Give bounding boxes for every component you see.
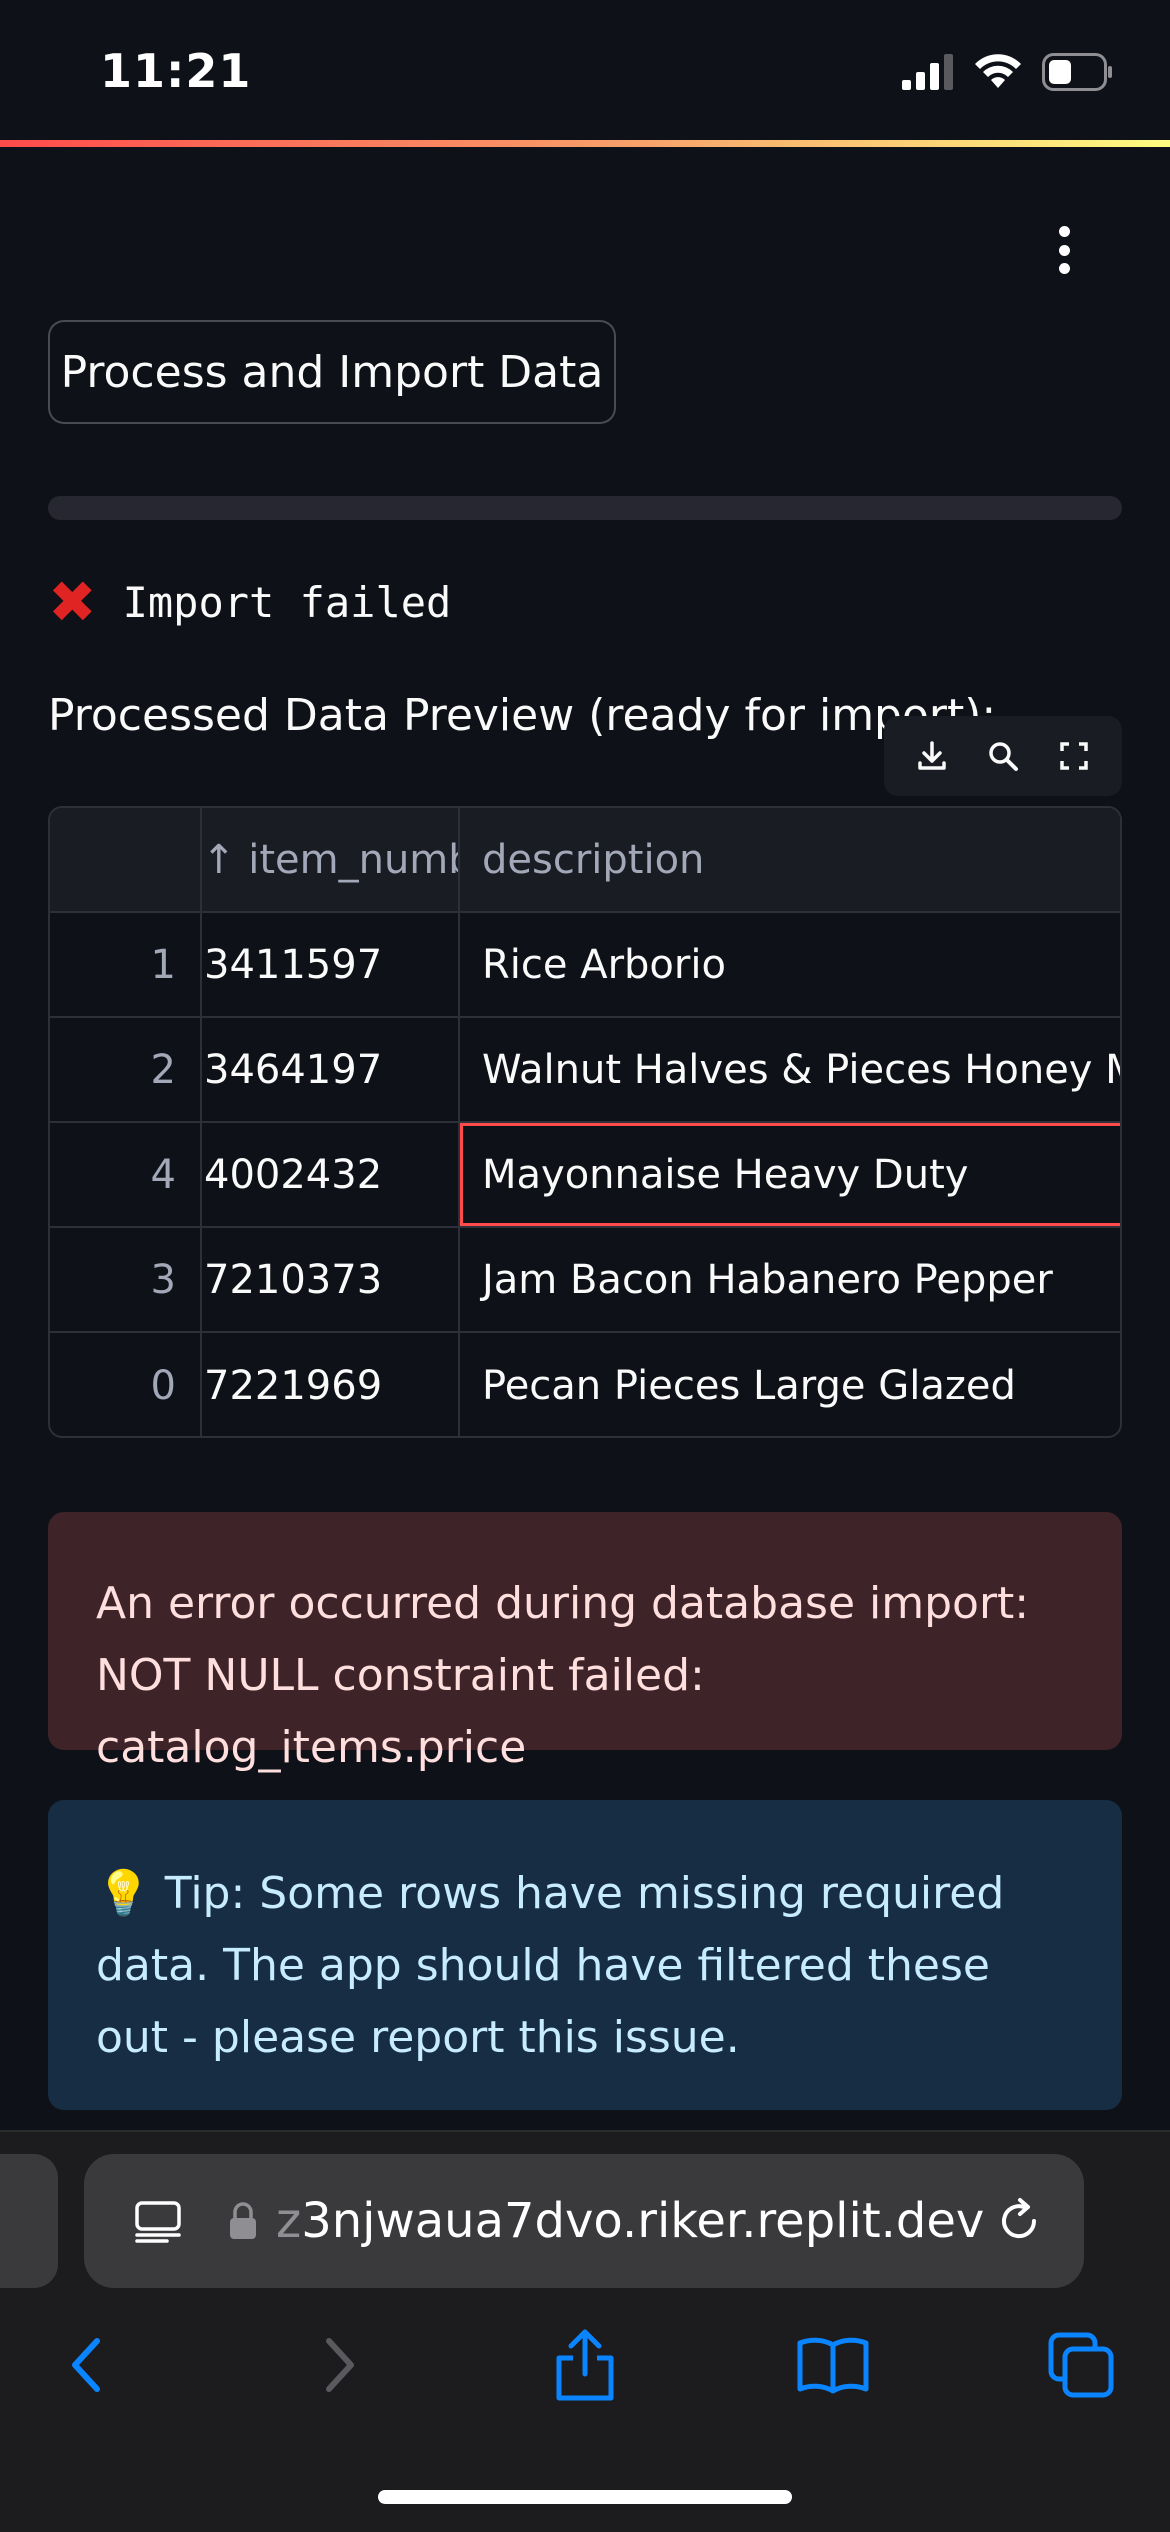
download-icon[interactable]	[907, 731, 957, 781]
table-row[interactable]: 4 4002432 Mayonnaise Heavy Duty	[50, 1123, 1120, 1228]
wifi-icon	[975, 54, 1021, 88]
data-preview-table[interactable]: ↑ item_number description 1 3411597 Rice…	[48, 806, 1122, 1438]
description-cell[interactable]: Walnut Halves & Pieces Honey Maple	[460, 1018, 1120, 1121]
row-index: 4	[50, 1123, 202, 1226]
import-status: ✖ Import failed	[48, 572, 451, 632]
table-header-row: ↑ item_number description	[50, 808, 1120, 913]
tip-message: Tip: Some rows have missing required dat…	[96, 1868, 1005, 2063]
error-x-icon: ✖	[48, 568, 97, 636]
table-row[interactable]: 3 7210373 Jam Bacon Habanero Pepper	[50, 1228, 1120, 1333]
home-indicator	[378, 2490, 792, 2504]
dataframe-toolbar	[884, 716, 1122, 796]
import-status-text: Import failed	[122, 577, 452, 627]
browser-nav-row	[0, 2320, 1170, 2410]
forward-icon[interactable]	[294, 2320, 384, 2410]
status-time: 11:21	[100, 44, 252, 98]
header-index	[50, 808, 202, 911]
reload-icon[interactable]	[994, 2196, 1044, 2246]
item-number-cell[interactable]: 4002432	[202, 1123, 460, 1226]
row-index: 1	[50, 913, 202, 1016]
bookmarks-icon[interactable]	[788, 2320, 878, 2410]
error-alert: An error occurred during database import…	[48, 1512, 1122, 1773]
description-cell[interactable]: Pecan Pieces Large Glazed	[460, 1333, 1120, 1436]
preview-title: Processed Data Preview (ready for import…	[48, 690, 997, 741]
address-bar[interactable]: z3njwaua7dvo.riker.replit.dev	[84, 2154, 1084, 2288]
tip-alert: 💡 Tip: Some rows have missing required d…	[48, 1800, 1122, 2110]
item-number-cell[interactable]: 3464197	[202, 1018, 460, 1121]
url-prefix: z	[276, 2193, 302, 2249]
process-import-button[interactable]: Process and Import Data	[48, 320, 616, 424]
previous-tab-peek[interactable]	[0, 2154, 58, 2288]
reader-icon[interactable]	[134, 2197, 182, 2245]
item-number-cell[interactable]: 7221969	[202, 1333, 460, 1436]
battery-icon	[1042, 53, 1112, 91]
progress-bar	[48, 496, 1122, 520]
signal-icon	[902, 54, 953, 90]
lightbulb-icon: 💡	[96, 1868, 151, 1919]
row-index: 3	[50, 1228, 202, 1331]
header-item-number[interactable]: ↑ item_number	[202, 808, 460, 911]
search-icon[interactable]	[978, 731, 1028, 781]
table-row[interactable]: 0 7221969 Pecan Pieces Large Glazed	[50, 1333, 1120, 1436]
menu-dots-icon[interactable]	[1054, 226, 1074, 274]
description-cell[interactable]: Rice Arborio	[460, 913, 1120, 1016]
item-number-cell[interactable]: 7210373	[202, 1228, 460, 1331]
status-icons	[902, 52, 1114, 92]
fullscreen-icon[interactable]	[1049, 731, 1099, 781]
item-number-cell[interactable]: 3411597	[202, 913, 460, 1016]
header-description[interactable]: description	[460, 808, 1120, 911]
url-text[interactable]: z3njwaua7dvo.riker.replit.dev	[276, 2193, 994, 2249]
share-icon[interactable]	[540, 2320, 630, 2410]
description-cell[interactable]: Jam Bacon Habanero Pepper	[460, 1228, 1120, 1331]
error-message: An error occurred during database import…	[96, 1578, 1030, 1773]
row-index: 0	[50, 1333, 202, 1436]
lock-icon	[230, 2202, 256, 2239]
table-row[interactable]: 1 3411597 Rice Arborio	[50, 913, 1120, 1018]
header-decoration-bar	[0, 140, 1170, 147]
tabs-icon[interactable]	[1036, 2320, 1126, 2410]
description-cell-selected[interactable]: Mayonnaise Heavy Duty	[460, 1123, 1120, 1226]
back-icon[interactable]	[42, 2320, 132, 2410]
table-row[interactable]: 2 3464197 Walnut Halves & Pieces Honey M…	[50, 1018, 1120, 1123]
row-index: 2	[50, 1018, 202, 1121]
url-domain: 3njwaua7dvo.riker.replit.dev	[301, 2193, 985, 2249]
